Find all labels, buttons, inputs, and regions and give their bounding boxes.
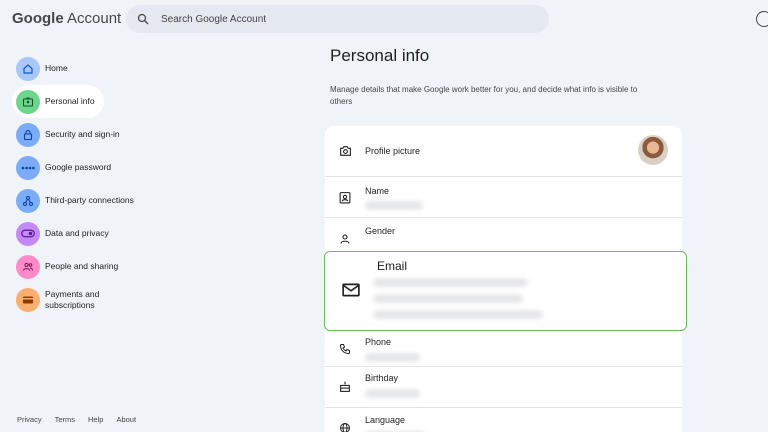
cake-icon	[340, 381, 350, 392]
top-bar: Google Account	[0, 0, 768, 38]
row-label: Gender	[365, 226, 396, 236]
row-label: Email	[377, 259, 408, 273]
brand-account: Account	[63, 10, 122, 27]
row-email-highlighted[interactable]: Email	[324, 251, 687, 331]
sidebar-item-google-password[interactable]: Google password	[12, 151, 302, 184]
name-value-redacted	[365, 201, 423, 210]
email-value-redacted	[373, 310, 543, 319]
id-card-icon	[16, 89, 40, 114]
people-icon	[16, 254, 40, 279]
row-label: Language	[365, 415, 406, 425]
id-badge-icon	[339, 192, 351, 204]
sidebar-item-label: People and sharing	[45, 261, 119, 271]
password-dots-icon	[16, 155, 40, 180]
row-phone[interactable]: Phone	[325, 331, 682, 367]
mail-icon	[342, 283, 360, 297]
sidebar-item-security[interactable]: Security and sign-in	[12, 118, 302, 151]
sidebar-item-label: Third-party connections	[45, 195, 134, 205]
page-title: Personal info	[330, 46, 430, 65]
row-birthday[interactable]: Birthday	[325, 367, 682, 408]
search-bar[interactable]	[126, 5, 549, 33]
row-name[interactable]: Name	[325, 177, 682, 218]
sidebar-item-payments[interactable]: Payments and subscriptions	[12, 283, 302, 316]
sidebar-item-label: Payments and subscriptions	[45, 288, 100, 310]
footer-link-help[interactable]: Help	[88, 415, 103, 424]
sidebar-nav: Home Personal info Security and sign-in …	[12, 52, 312, 316]
toggle-icon	[16, 221, 40, 246]
sidebar-item-label: Security and sign-in	[45, 129, 120, 139]
search-icon	[137, 13, 149, 25]
phone-value-redacted	[365, 353, 420, 362]
phone-icon	[339, 344, 350, 355]
avatar[interactable]	[638, 135, 668, 165]
credit-card-icon	[16, 287, 40, 312]
sidebar-item-label: Home	[45, 63, 68, 73]
row-label: Birthday	[365, 373, 399, 383]
sidebar-item-label: Personal info	[45, 96, 95, 106]
sidebar-item-people-sharing[interactable]: People and sharing	[12, 250, 302, 283]
footer-link-privacy[interactable]: Privacy	[17, 415, 42, 424]
google-account-logo[interactable]: Google Account	[12, 10, 121, 27]
globe-icon	[340, 423, 350, 432]
footer-link-about[interactable]: About	[116, 415, 136, 424]
sidebar-item-label: Data and privacy	[45, 228, 109, 238]
email-value-redacted	[373, 278, 528, 287]
home-icon	[16, 56, 40, 81]
sidebar-item-label: Google password	[45, 162, 112, 172]
sidebar-item-personal-info[interactable]: Personal info	[12, 85, 104, 118]
row-label: Name	[365, 186, 390, 196]
search-input[interactable]	[161, 13, 521, 25]
email-value-redacted	[373, 294, 523, 303]
birthday-value-redacted	[365, 389, 420, 398]
row-profile-picture[interactable]: Profile picture	[325, 126, 682, 177]
row-language[interactable]: Language	[325, 408, 682, 432]
connections-icon	[16, 188, 40, 213]
camera-icon	[340, 146, 351, 156]
footer-links: Privacy Terms Help About	[17, 415, 136, 424]
person-icon	[340, 234, 350, 244]
row-gender[interactable]: Gender	[325, 218, 682, 251]
sidebar-item-data-privacy[interactable]: Data and privacy	[12, 217, 302, 250]
page-description: Manage details that make Google work bet…	[330, 85, 638, 106]
lock-icon	[16, 122, 40, 147]
footer-link-terms[interactable]: Terms	[55, 415, 75, 424]
row-label: Profile picture	[365, 146, 421, 156]
row-label: Phone	[365, 337, 392, 347]
sidebar-item-home[interactable]: Home	[12, 52, 302, 85]
brand-google: Google	[12, 10, 64, 27]
help-icon[interactable]	[756, 11, 768, 27]
sidebar-item-third-party-connections[interactable]: Third-party connections	[12, 184, 302, 217]
